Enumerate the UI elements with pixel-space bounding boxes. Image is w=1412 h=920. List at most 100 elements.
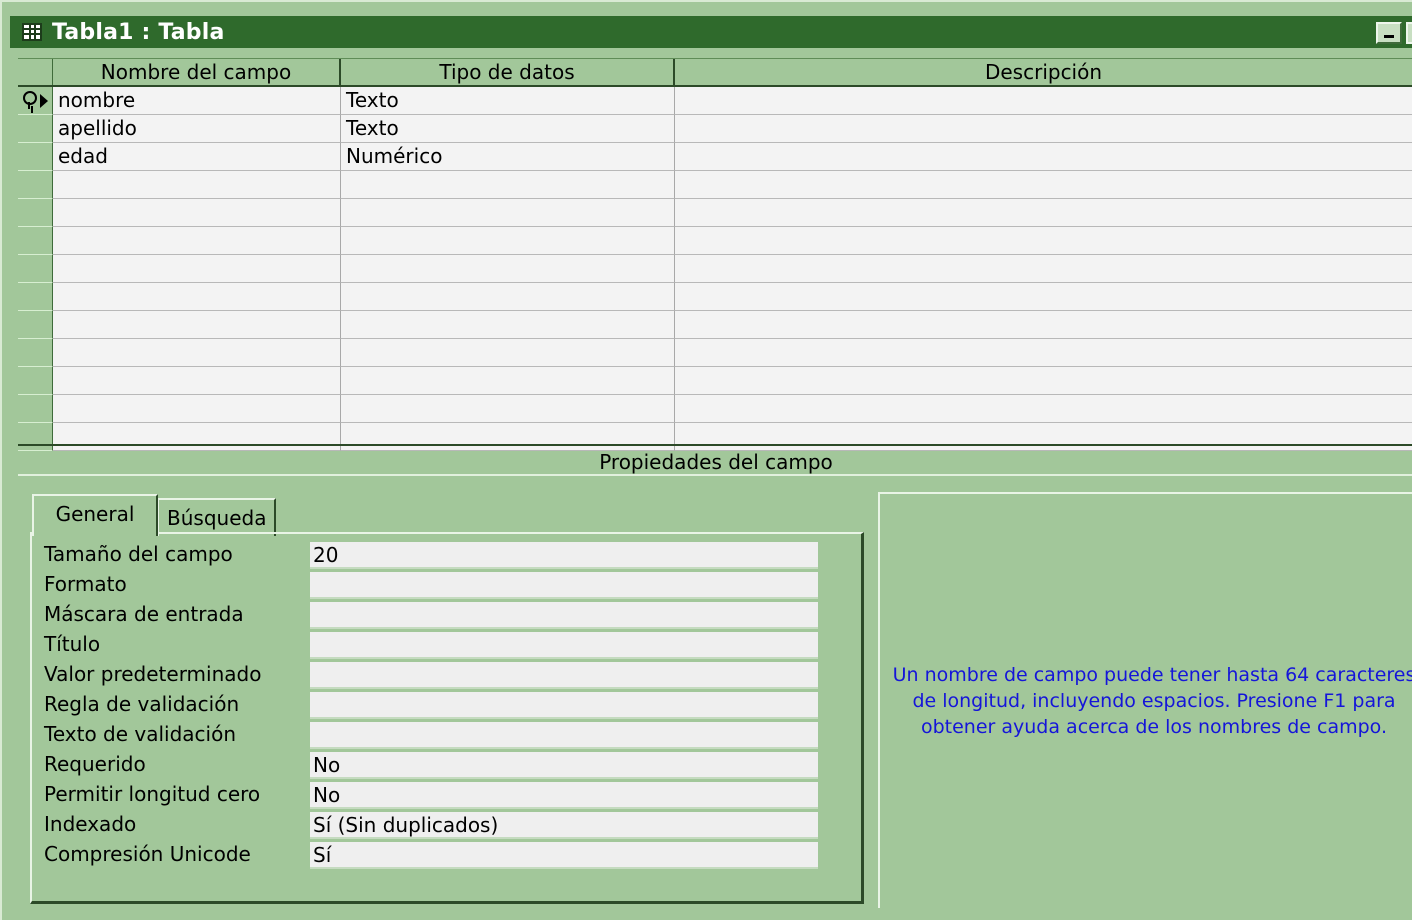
tab-general[interactable]: General [32,494,158,536]
help-panel: Un nombre de campo puede tener hasta 64 … [878,492,1412,908]
field-name-cell[interactable] [53,367,341,395]
field-name-cell[interactable] [53,283,341,311]
data-type-cell[interactable] [341,311,675,339]
property-row: Regla de validación [44,690,844,720]
description-cell[interactable] [675,255,1412,283]
row-selector[interactable] [18,255,53,283]
field-name-cell[interactable] [53,199,341,227]
primary-key-icon [23,91,37,109]
row-selector[interactable] [18,311,53,339]
field-design-grid: Nombre del campo Tipo de datos Descripci… [18,58,1412,451]
data-type-cell[interactable]: Numérico [341,143,675,171]
minimize-button[interactable] [1376,22,1402,44]
field-properties-title: Propiedades del campo [18,444,1412,476]
property-label: Tamaño del campo [44,542,233,566]
data-type-cell[interactable] [341,367,675,395]
description-cell[interactable] [675,311,1412,339]
column-header-field-name[interactable]: Nombre del campo [53,59,341,85]
property-label: Permitir longitud cero [44,782,261,806]
required-input[interactable]: No [310,752,818,779]
description-cell[interactable] [675,395,1412,423]
unicode-compression-input[interactable]: Sí [310,842,818,869]
field-name-cell[interactable] [53,311,341,339]
header-row-selector [18,59,53,85]
field-name-cell[interactable]: nombre [53,87,341,115]
window-title: Tabla1 : Tabla [52,19,225,45]
grid-header: Nombre del campo Tipo de datos Descripci… [18,59,1412,87]
field-name-cell[interactable] [53,395,341,423]
property-label: Formato [44,572,127,596]
table-design-window: Tabla1 : Tabla Nombre del campo Tipo de … [0,0,1412,920]
field-name-cell[interactable] [53,227,341,255]
field-name-cell[interactable] [53,339,341,367]
allow-zero-length-input[interactable]: No [310,782,818,809]
help-line: de longitud, incluyendo espacios. Presio… [912,690,1396,712]
maximize-button[interactable] [1406,22,1412,44]
row-selector[interactable] [18,87,53,115]
data-type-cell[interactable]: Texto [341,115,675,143]
help-line: Un nombre de campo puede tener hasta 64 … [892,664,1412,686]
title-bar[interactable]: Tabla1 : Tabla [10,16,1412,48]
data-type-cell[interactable] [341,395,675,423]
row-selector[interactable] [18,227,53,255]
property-row: Formato [44,570,844,600]
empty-row [18,171,1412,199]
row-selector[interactable] [18,367,53,395]
column-header-description[interactable]: Descripción [675,59,1412,85]
description-cell[interactable] [675,87,1412,115]
input-mask-input[interactable] [310,602,818,629]
validation-rule-input[interactable] [310,692,818,719]
help-line: obtener ayuda acerca de los nombres de c… [920,716,1388,738]
field-name-cell[interactable]: apellido [53,115,341,143]
row-selector[interactable] [18,339,53,367]
properties-tabs: General Búsqueda [32,494,277,536]
general-tab-panel: Tamaño del campo 20 Formato Máscara de e… [30,532,864,904]
data-type-cell[interactable] [341,339,675,367]
description-cell[interactable] [675,339,1412,367]
table-row: apellido Texto [18,115,1412,143]
field-name-cell[interactable]: edad [53,143,341,171]
description-cell[interactable] [675,283,1412,311]
data-type-cell[interactable] [341,199,675,227]
empty-row [18,199,1412,227]
caption-input[interactable] [310,632,818,659]
empty-row [18,311,1412,339]
row-selector[interactable] [18,171,53,199]
data-type-cell[interactable]: Texto [341,87,675,115]
field-name-cell[interactable] [53,255,341,283]
data-type-cell[interactable] [341,283,675,311]
property-label: Título [44,632,101,656]
format-input[interactable] [310,572,818,599]
property-row: Permitir longitud cero No [44,780,844,810]
tab-busqueda[interactable]: Búsqueda [158,498,277,536]
row-selector[interactable] [18,143,53,171]
property-label: Valor predeterminado [44,662,262,686]
description-cell[interactable] [675,199,1412,227]
data-type-cell[interactable] [341,227,675,255]
row-selector[interactable] [18,283,53,311]
field-name-cell[interactable] [53,171,341,199]
property-row: Compresión Unicode Sí [44,840,844,870]
empty-row [18,255,1412,283]
description-cell[interactable] [675,367,1412,395]
row-selector[interactable] [18,199,53,227]
indexed-input[interactable]: Sí (Sin duplicados) [310,812,818,839]
default-value-input[interactable] [310,662,818,689]
data-type-cell[interactable] [341,171,675,199]
property-row: Texto de validación [44,720,844,750]
validation-text-input[interactable] [310,722,818,749]
column-header-data-type[interactable]: Tipo de datos [341,59,675,85]
property-label: Compresión Unicode [44,842,251,866]
description-cell[interactable] [675,171,1412,199]
description-cell[interactable] [675,115,1412,143]
property-label: Requerido [44,752,146,776]
row-selector[interactable] [18,115,53,143]
empty-row [18,367,1412,395]
property-row: Indexado Sí (Sin duplicados) [44,810,844,840]
row-selector[interactable] [18,395,53,423]
description-cell[interactable] [675,227,1412,255]
field-size-input[interactable]: 20 [310,542,818,569]
data-type-cell[interactable] [341,255,675,283]
description-cell[interactable] [675,143,1412,171]
property-row: Requerido No [44,750,844,780]
